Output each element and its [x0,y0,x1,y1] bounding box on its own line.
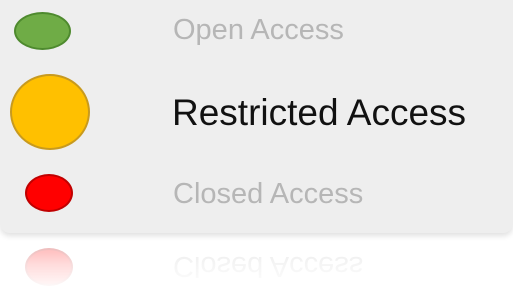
red-circle-reflection-icon [25,248,73,286]
reflection-content: Closed Access [0,236,513,298]
reflection-fade [0,236,513,298]
green-circle-icon [14,12,71,50]
legend-item-closed-access[interactable]: Closed Access [0,162,513,224]
panel-reflection: Closed Access [0,236,513,298]
access-legend-panel: Open Access Restricted Access Closed Acc… [0,0,513,233]
legend-item-restricted-access[interactable]: Restricted Access [0,62,513,162]
legend-label-open-access: Open Access [173,14,344,46]
amber-circle-icon [10,74,90,150]
red-circle-icon [25,174,73,212]
legend-item-open-access[interactable]: Open Access [0,0,513,62]
reflection-label: Closed Access [173,250,364,282]
legend-label-restricted-access: Restricted Access [172,92,467,133]
legend-label-closed-access: Closed Access [173,178,364,210]
